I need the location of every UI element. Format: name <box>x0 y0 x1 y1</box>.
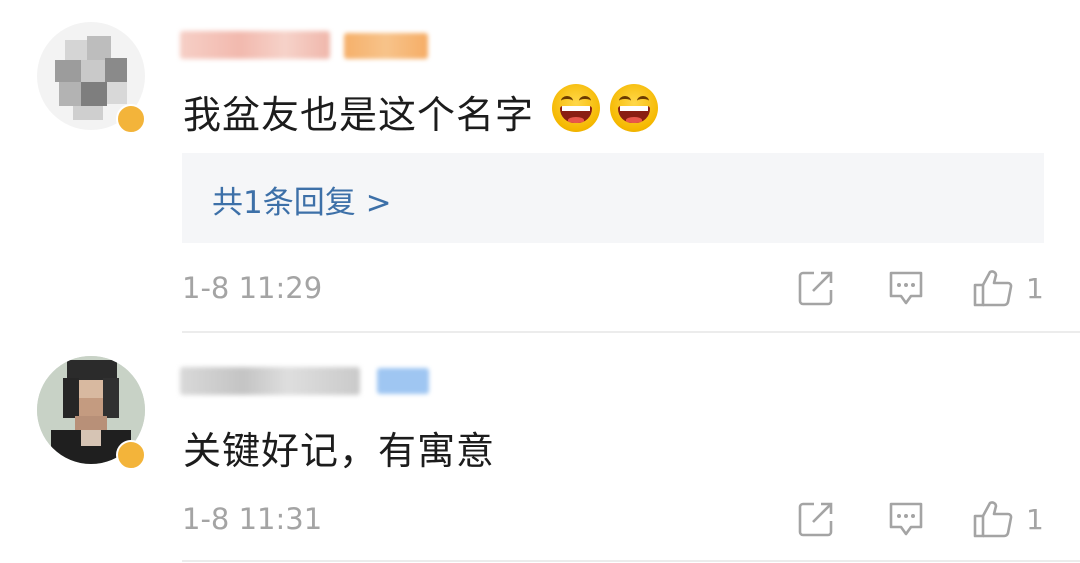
divider <box>182 331 1080 333</box>
comment-icon <box>889 271 923 305</box>
comment-timestamp: 1-8 11:29 <box>182 271 323 305</box>
comment-text: 关键好记，有寓意 <box>183 429 496 473</box>
level-badge <box>377 368 429 394</box>
repost-icon <box>798 271 833 306</box>
thumbs-up-icon <box>973 270 1013 307</box>
divider <box>182 560 1080 562</box>
like-count: 1 <box>1026 502 1044 536</box>
repost-icon <box>798 502 833 537</box>
comment-button[interactable] <box>887 497 925 541</box>
username[interactable] <box>180 367 360 395</box>
repost-button[interactable] <box>797 497 835 541</box>
like-button[interactable]: 1 <box>972 266 1044 310</box>
like-button[interactable]: 1 <box>972 497 1044 541</box>
verified-badge-icon <box>116 440 146 470</box>
comment-timestamp: 1-8 11:31 <box>182 502 323 536</box>
comment-icon <box>889 502 923 536</box>
thumbs-up-icon <box>973 501 1013 538</box>
comment-button[interactable] <box>887 266 925 310</box>
repost-button[interactable] <box>797 266 835 310</box>
like-count: 1 <box>1026 271 1044 305</box>
comment-item: 关键好记，有寓意 1-8 11:31 1 <box>0 0 1080 562</box>
